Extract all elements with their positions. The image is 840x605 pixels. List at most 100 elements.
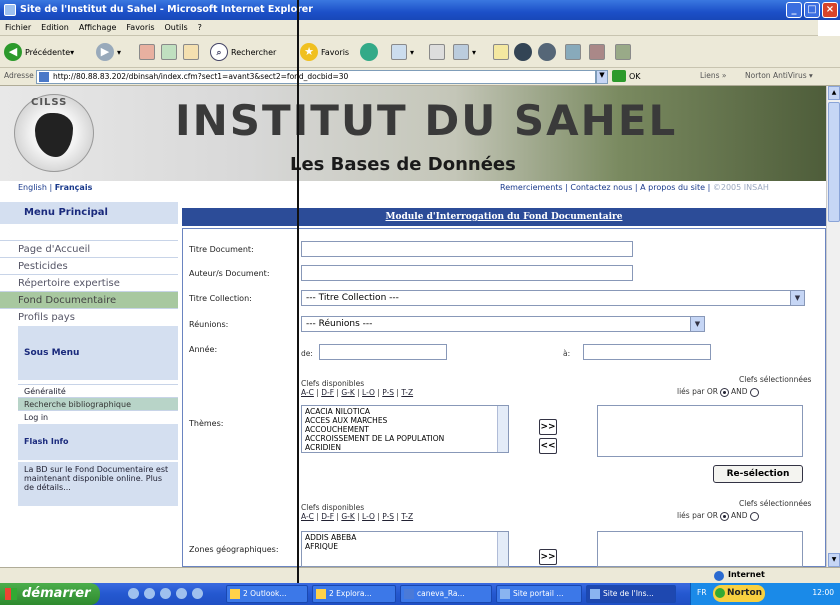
norton-tray[interactable]: Norton [713, 585, 765, 602]
quicklaunch-icon[interactable] [192, 588, 203, 599]
module-heading[interactable]: Module d'Interrogation du Fond Documenta… [182, 208, 826, 226]
menu-outils[interactable]: Outils [160, 20, 193, 36]
history-button[interactable]: ▾ [388, 42, 414, 62]
sub-item-recherche[interactable]: Recherche bibliographique [18, 397, 178, 410]
list-item[interactable]: ACACIA NILOTICA [305, 407, 505, 416]
scroll-down-icon[interactable]: ▼ [828, 553, 840, 567]
key-range-t-z[interactable]: T-Z [401, 388, 413, 397]
list-item[interactable]: ACCES AUX MARCHES [305, 416, 505, 425]
stop-button[interactable] [136, 42, 158, 62]
add-zone-button[interactable]: >> [539, 549, 557, 565]
page-scrollbar[interactable]: ▲ ▼ [826, 86, 840, 567]
key-range-a-c[interactable]: A-C [301, 512, 314, 521]
task-caneva[interactable]: caneva_Ra... [400, 585, 492, 603]
key-range-p-s[interactable]: P-S [382, 388, 394, 397]
reselection-button[interactable]: Re-sélection [713, 465, 803, 483]
key-range-d-f[interactable]: D-F [321, 388, 334, 397]
annee-de-input[interactable] [319, 344, 447, 360]
quicklaunch-icon[interactable] [160, 588, 171, 599]
quicklaunch-icon[interactable] [176, 588, 187, 599]
menu-fichier[interactable]: Fichier [0, 20, 36, 36]
list-item[interactable]: ADDIS ABEBA [305, 533, 505, 542]
maximize-button[interactable]: □ [804, 2, 820, 18]
scroll-thumb[interactable] [828, 102, 840, 222]
radio-and[interactable] [749, 387, 759, 397]
refresh-button[interactable] [158, 42, 180, 62]
task-explorer[interactable]: 2 Explora... [312, 585, 396, 603]
norton-toolbar[interactable]: Norton AntiVirus ▾ [745, 71, 813, 80]
address-input[interactable]: http://80.88.83.202/dbinsah/index.cfm?se… [36, 70, 596, 84]
menu-item-pesticides[interactable]: Pesticides [0, 257, 178, 274]
radio-or[interactable] [720, 511, 730, 521]
address-dropdown[interactable]: ▼ [596, 70, 608, 84]
edit-button[interactable] [490, 42, 512, 62]
scroll-up-icon[interactable]: ▲ [828, 86, 840, 100]
list-item[interactable]: ACCOUCHEMENT [305, 425, 505, 434]
radio-and[interactable] [749, 511, 759, 521]
radio-or[interactable] [720, 387, 730, 397]
media-button[interactable] [360, 42, 381, 62]
list-item[interactable]: ACRIDIEN [305, 443, 505, 452]
quicklaunch-icon[interactable] [144, 588, 155, 599]
lang-english-link[interactable]: English [18, 183, 47, 192]
start-button[interactable]: démarrer [0, 583, 100, 605]
auteurs-input[interactable] [301, 265, 633, 281]
key-range-l-o[interactable]: L-O [362, 512, 375, 521]
links-label[interactable]: Liens » [700, 71, 727, 80]
add-theme-button[interactable]: >> [539, 419, 557, 435]
list-item[interactable]: AFRIQUE [305, 542, 505, 551]
list-item[interactable]: ACCROISSEMENT DE LA POPULATION [305, 434, 505, 443]
lang-francais-link[interactable]: Français [55, 183, 93, 192]
task-site-institut[interactable]: Site de l'Ins... [586, 585, 676, 603]
themes-available-list[interactable]: ACACIA NILOTICA ACCES AUX MARCHES ACCOUC… [301, 405, 509, 453]
print-button[interactable] [426, 42, 448, 62]
search-button[interactable]: ⌕ Rechercher [210, 42, 276, 62]
back-button[interactable]: ◀ Précédente ▾ [4, 42, 74, 62]
task-site-portail[interactable]: Site portail ... [496, 585, 582, 603]
tool-button-4[interactable] [612, 42, 634, 62]
list-scrollbar[interactable] [497, 406, 508, 452]
key-range-a-c[interactable]: A-C [301, 388, 314, 397]
remove-theme-button[interactable]: << [539, 438, 557, 454]
favorites-button[interactable]: ★ Favoris [300, 42, 349, 62]
menu-item-accueil[interactable]: Page d'Accueil [0, 240, 178, 257]
menu-edition[interactable]: Edition [36, 20, 74, 36]
key-range-g-k[interactable]: G-K [341, 388, 354, 397]
menu-help[interactable]: ? [193, 20, 207, 36]
titre-collection-select[interactable]: --- Titre Collection --- ▼ [301, 290, 805, 306]
list-scrollbar[interactable] [497, 532, 508, 566]
annee-a-input[interactable] [583, 344, 711, 360]
discuss-button[interactable] [514, 42, 535, 62]
key-range-g-k[interactable]: G-K [341, 512, 354, 521]
key-range-t-z[interactable]: T-Z [401, 512, 413, 521]
titre-document-input[interactable] [301, 241, 633, 257]
zones-available-list[interactable]: ADDIS ABEBA AFRIQUE [301, 531, 509, 567]
flash-info-text[interactable]: La BD sur le Fond Documentaire est maint… [18, 462, 178, 506]
menu-item-profils-pays[interactable]: Profils pays [0, 308, 178, 325]
sub-item-login[interactable]: Log in [18, 410, 178, 423]
mail-button[interactable]: ▾ [450, 42, 476, 62]
menu-affichage[interactable]: Affichage [74, 20, 122, 36]
key-range-d-f[interactable]: D-F [321, 512, 334, 521]
menu-favoris[interactable]: Favoris [121, 20, 159, 36]
key-range-p-s[interactable]: P-S [382, 512, 394, 521]
minimize-button[interactable]: _ [786, 2, 802, 18]
menu-item-fond-documentaire[interactable]: Fond Documentaire [0, 291, 178, 308]
reunions-select[interactable]: --- Réunions --- ▼ [301, 316, 705, 332]
tool-button-3[interactable] [586, 42, 608, 62]
menu-item-expertise[interactable]: Répertoire expertise [0, 274, 178, 291]
tool-button-2[interactable] [562, 42, 584, 62]
language-indicator[interactable]: FR [697, 588, 707, 597]
themes-selected-list[interactable] [597, 405, 803, 457]
home-button[interactable] [180, 42, 202, 62]
link-remerciements[interactable]: Remerciements [500, 183, 563, 192]
key-range-l-o[interactable]: L-O [362, 388, 375, 397]
zones-selected-list[interactable] [597, 531, 803, 567]
close-button[interactable]: × [822, 2, 838, 18]
link-apropos[interactable]: A propos du site [640, 183, 705, 192]
sub-item-generalite[interactable]: Généralité [18, 384, 178, 397]
quicklaunch-icon[interactable] [128, 588, 139, 599]
link-contact[interactable]: Contactez nous [570, 183, 632, 192]
tool-button-1[interactable] [538, 42, 559, 62]
go-button[interactable]: OK [612, 70, 641, 82]
